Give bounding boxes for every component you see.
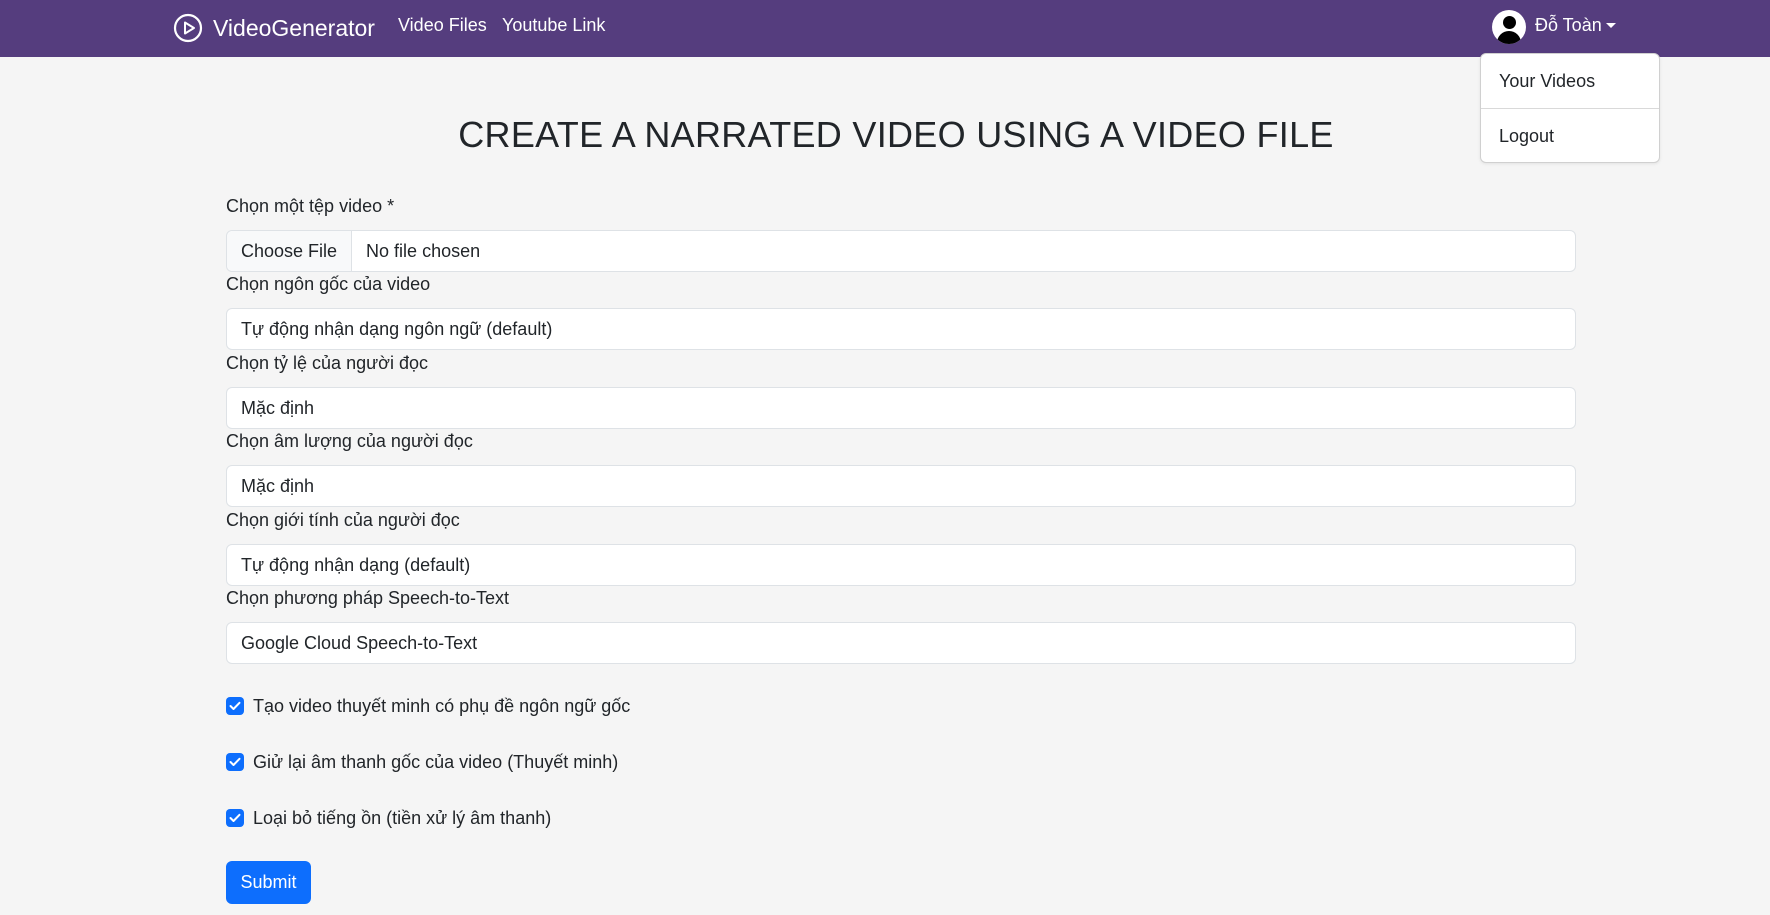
reader-rate-label: Chọn tỷ lệ của người đọc <box>226 353 428 373</box>
submit-button[interactable]: Submit <box>226 861 311 904</box>
subtitle-option[interactable]: Tạo video thuyết minh có phụ đề ngôn ngữ… <box>226 694 630 718</box>
nav-link-youtube-link[interactable]: Youtube Link <box>502 15 605 36</box>
brand-name: VideoGenerator <box>213 14 375 41</box>
reader-volume-select[interactable]: Mặc định <box>226 465 1576 507</box>
check-icon <box>229 757 241 766</box>
user-name: Đỗ Toàn <box>1535 14 1602 35</box>
denoise-option[interactable]: Loại bỏ tiếng ồn (tiền xử lý âm thanh) <box>226 806 551 830</box>
reader-rate-value: Mặc định <box>241 397 315 418</box>
denoise-checkbox[interactable] <box>226 809 244 827</box>
reader-gender-value: Tự động nhận dạng (default) <box>241 554 471 575</box>
nav-link-video-files[interactable]: Video Files <box>398 15 487 36</box>
play-circle-icon <box>173 13 203 43</box>
caret-down-icon <box>1605 22 1616 28</box>
subtitle-option-label: Tạo video thuyết minh có phụ đề ngôn ngữ… <box>253 695 631 716</box>
reader-gender-label: Chọn giới tính của người đọc <box>226 510 460 530</box>
file-label: Chọn một tệp video * <box>226 196 395 216</box>
reader-volume-label: Chọn âm lượng của người đọc <box>226 431 473 451</box>
check-icon <box>229 701 241 710</box>
reader-gender-select[interactable]: Tự động nhận dạng (default) <box>226 544 1576 586</box>
check-icon <box>229 813 241 822</box>
keep-audio-option-label: Giử lại âm thanh gốc của video (Thuyết m… <box>253 751 619 772</box>
choose-file-button[interactable]: Choose File <box>227 231 353 271</box>
reader-volume-value: Mặc định <box>241 475 315 496</box>
page-title: CREATE A NARRATED VIDEO USING A VIDEO FI… <box>458 114 1334 155</box>
source-language-select[interactable]: Tự động nhận dạng ngôn ngữ (default) <box>226 308 1576 350</box>
menu-item-your-videos[interactable]: Your Videos <box>1481 54 1659 108</box>
file-status-text: No file chosen <box>366 240 481 261</box>
subtitle-checkbox[interactable] <box>226 697 244 715</box>
menu-item-label: Your Videos <box>1499 70 1596 91</box>
brand-link[interactable]: VideoGenerator <box>173 11 375 45</box>
source-language-label: Chọn ngôn gốc của video <box>226 274 431 294</box>
stt-method-value: Google Cloud Speech-to-Text <box>241 632 478 653</box>
denoise-option-label: Loại bỏ tiếng ồn (tiền xử lý âm thanh) <box>253 807 552 828</box>
source-language-value: Tự động nhận dạng ngôn ngữ (default) <box>241 318 553 339</box>
stt-method-label: Chọn phương pháp Speech-to-Text <box>226 588 510 608</box>
reader-rate-select[interactable]: Mặc định <box>226 387 1576 429</box>
stt-method-select[interactable]: Google Cloud Speech-to-Text <box>226 622 1576 664</box>
user-menu-toggle[interactable]: Đỗ Toàn <box>1492 7 1616 47</box>
top-navbar: VideoGenerator Video Files Youtube Link … <box>0 0 1770 57</box>
keep-audio-option[interactable]: Giử lại âm thanh gốc của video (Thuyết m… <box>226 750 618 774</box>
user-avatar-icon <box>1492 10 1526 44</box>
video-file-input[interactable]: Choose File No file chosen <box>226 230 1576 272</box>
keep-audio-checkbox[interactable] <box>226 753 244 771</box>
